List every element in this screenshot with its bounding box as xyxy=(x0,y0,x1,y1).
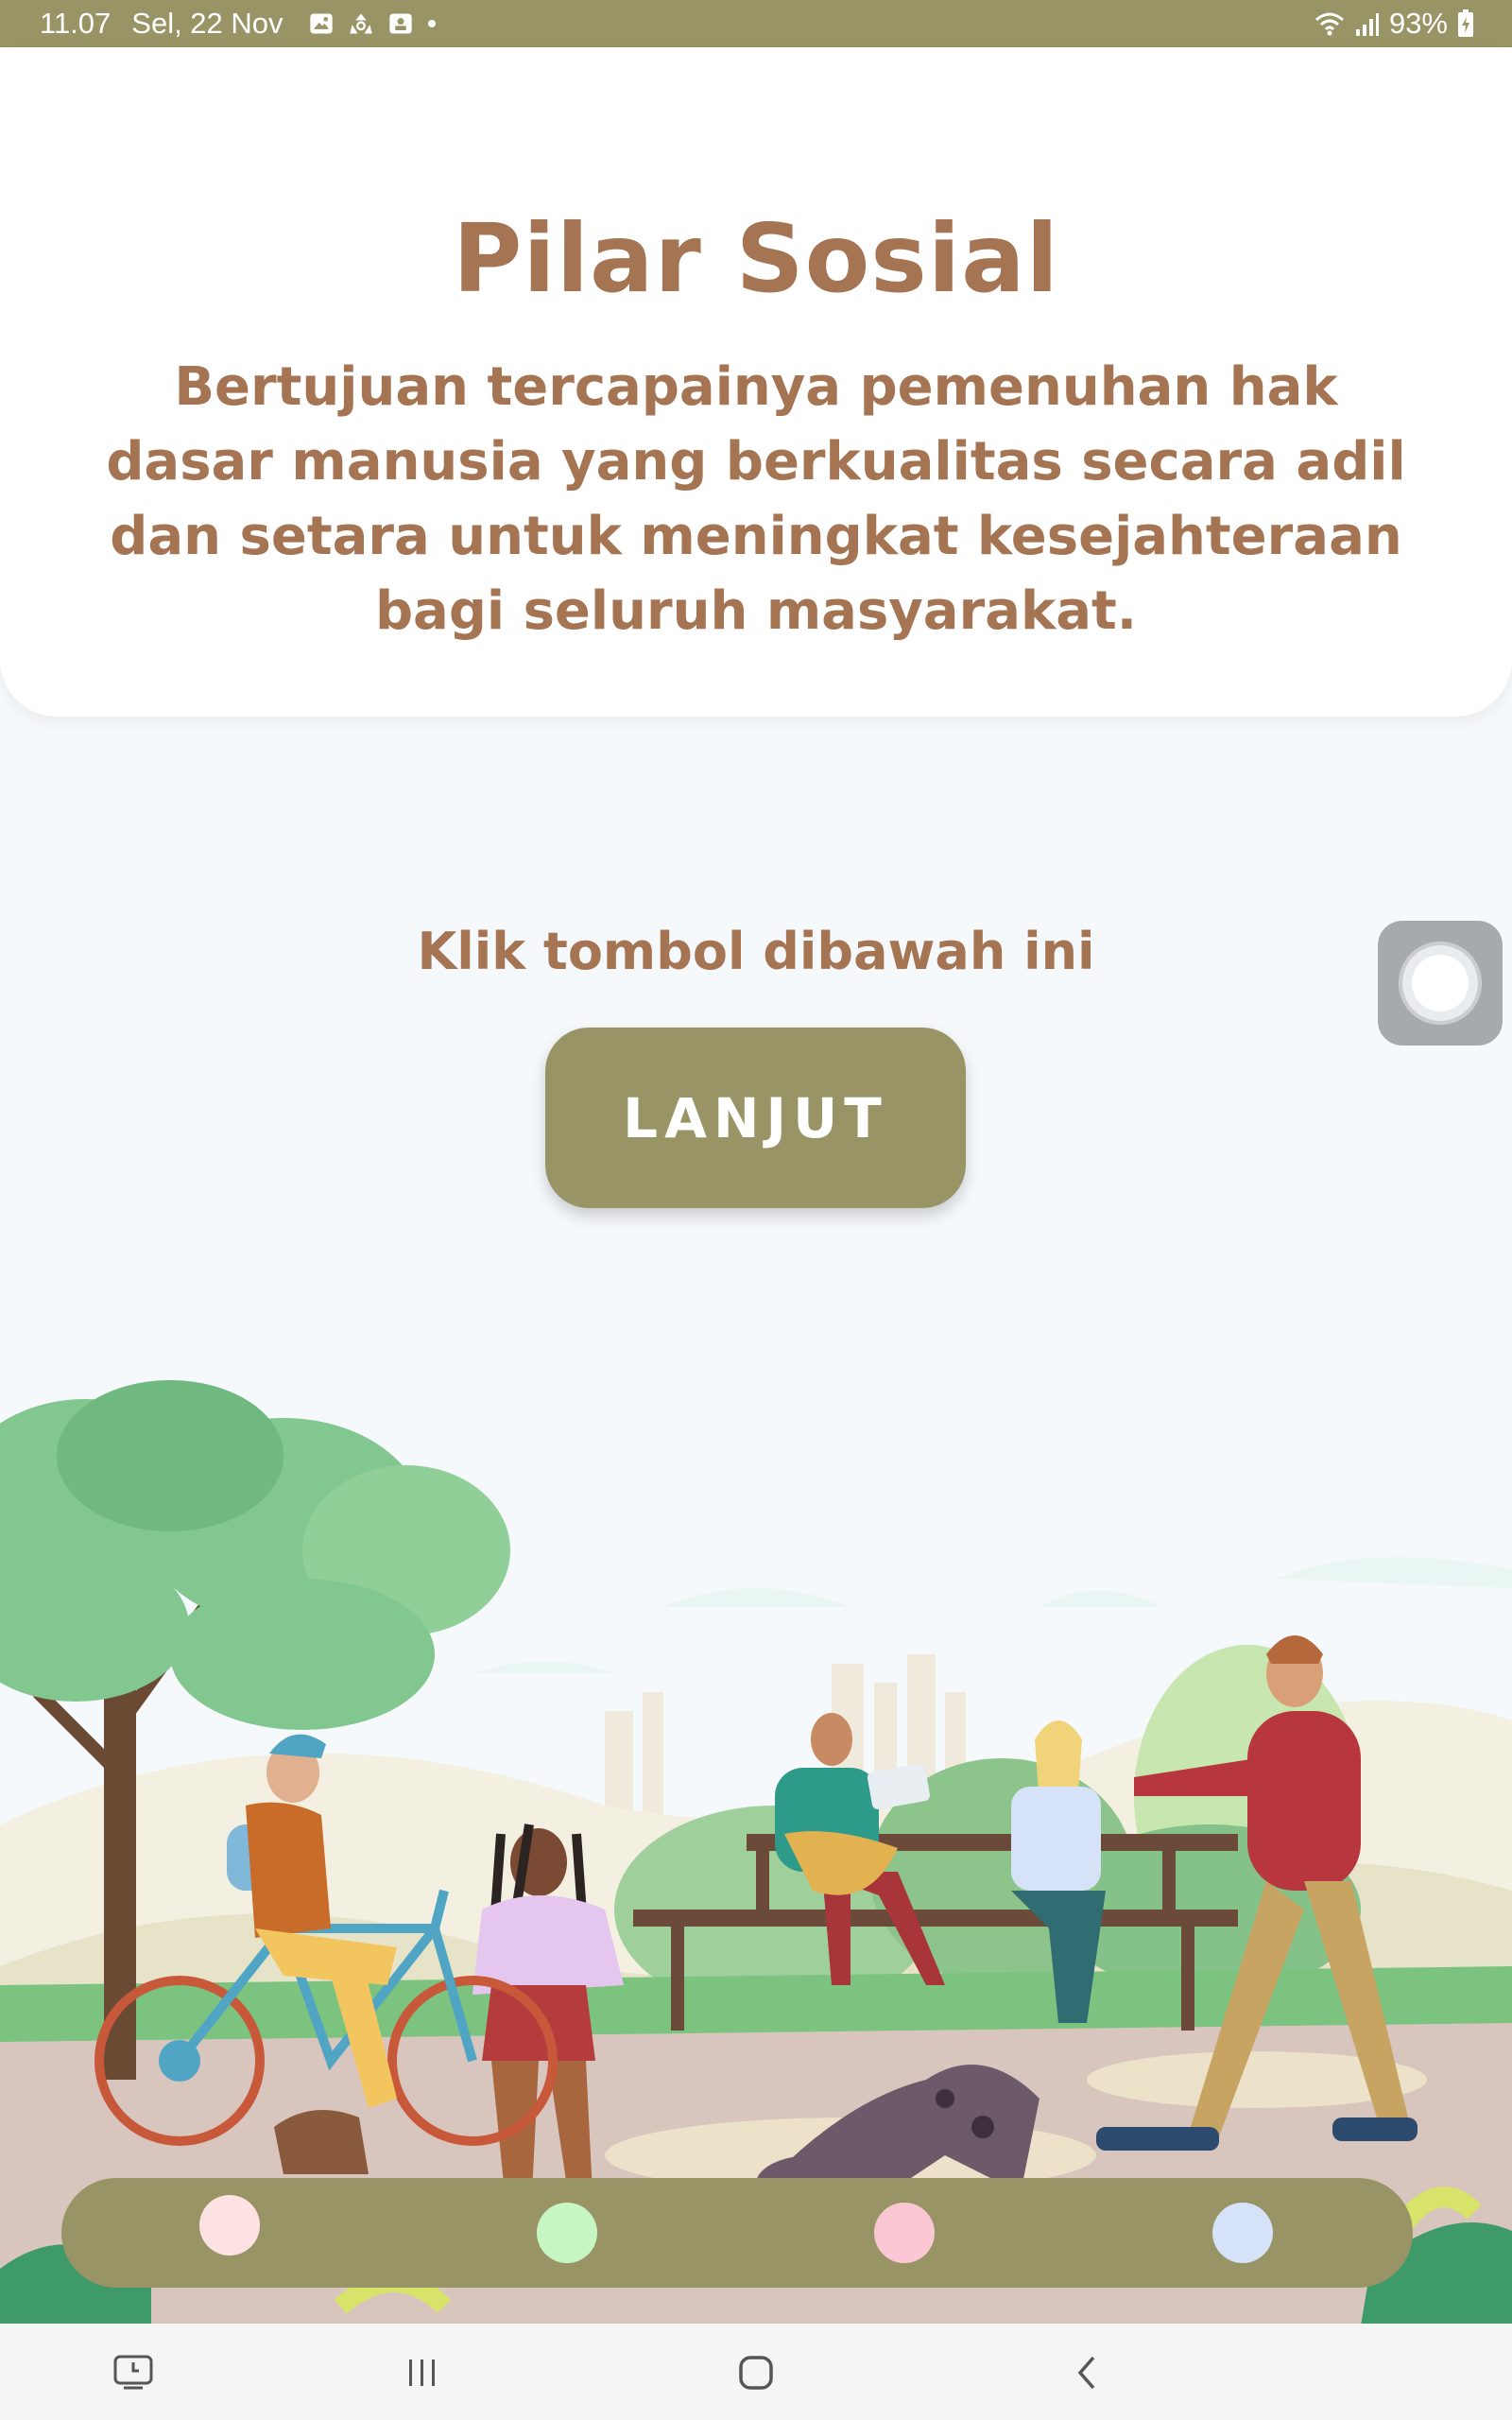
status-time: 11.07 xyxy=(40,7,112,40)
status-date: Sel, 22 Nov xyxy=(131,7,284,40)
battery-charging-icon xyxy=(1458,9,1473,37)
back-button[interactable] xyxy=(1058,2344,1115,2401)
indicator-dot-1[interactable] xyxy=(199,2195,260,2256)
back-icon xyxy=(1077,2356,1095,2390)
status-bar: 11.07 Sel, 22 Nov 93% xyxy=(0,0,1512,47)
header-card: Pilar Sosial Bertujuan tercapainya pemen… xyxy=(0,47,1512,717)
indicator-dot-4[interactable] xyxy=(1212,2203,1273,2263)
indicator-dot-3[interactable] xyxy=(874,2203,935,2263)
screenshot-icon xyxy=(388,13,412,34)
battery-percent: 93% xyxy=(1388,7,1448,40)
image-icon xyxy=(309,13,333,34)
home-button[interactable] xyxy=(728,2344,784,2401)
page-indicator-bar xyxy=(61,2178,1413,2288)
indicator-dot-2[interactable] xyxy=(537,2203,597,2263)
sync-icon xyxy=(349,13,372,34)
recents-icon xyxy=(409,2360,435,2386)
assistive-touch-button[interactable] xyxy=(1378,921,1503,1046)
page-title: Pilar Sosial xyxy=(453,203,1059,314)
signal-icon xyxy=(1355,13,1379,36)
home-icon xyxy=(739,2356,773,2390)
recent-screenshot-button[interactable] xyxy=(105,2344,162,2401)
assistive-touch-dot-icon xyxy=(1412,955,1469,1011)
more-notifications-dot-icon xyxy=(427,20,436,27)
lanjut-button[interactable]: LANJUT xyxy=(545,1028,966,1208)
recent-screenshot-icon xyxy=(113,2355,153,2390)
page-description: Bertujuan tercapainya pemenuhan hak dasa… xyxy=(106,356,1406,642)
system-navigation-bar xyxy=(0,2324,1512,2420)
recents-button[interactable] xyxy=(394,2344,451,2401)
instruction-text: Klik tombol dibawah ini xyxy=(417,922,1095,981)
wifi-icon xyxy=(1314,12,1344,36)
